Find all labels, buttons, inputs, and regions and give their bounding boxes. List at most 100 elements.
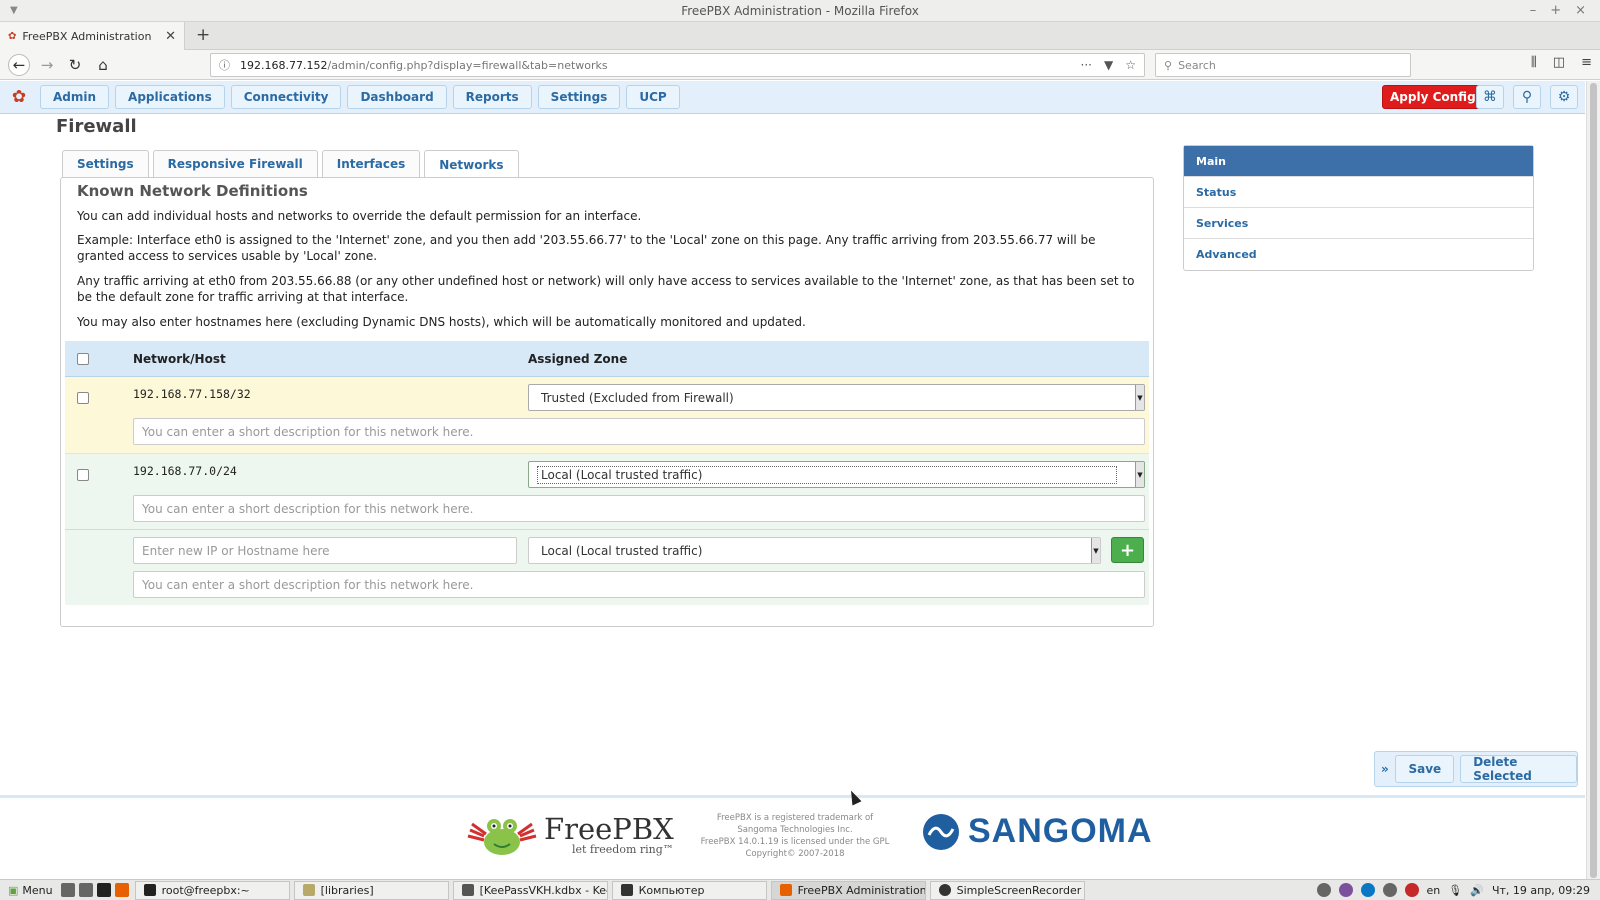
search-icon[interactable]: ⚲ xyxy=(1513,85,1541,109)
sidebar-toggle-icon[interactable]: ◫ xyxy=(1553,55,1565,70)
taskbar-item-label: SimpleScreenRecorder xyxy=(956,883,1082,897)
keyboard-layout[interactable]: en xyxy=(1427,884,1441,897)
delete-selected-button[interactable]: Delete Selected xyxy=(1460,755,1577,783)
menu-reports[interactable]: Reports xyxy=(452,85,532,109)
hp-icon[interactable] xyxy=(1360,883,1375,897)
page-scrollbar[interactable] xyxy=(1586,81,1600,879)
menu-ucp[interactable]: UCP xyxy=(626,85,680,109)
legal-line: Sangoma Technologies Inc. xyxy=(737,825,853,835)
close-tab-icon[interactable]: ✕ xyxy=(165,29,176,44)
side-nav-status[interactable]: Status xyxy=(1184,177,1533,208)
tab-settings[interactable]: Settings xyxy=(62,150,149,177)
new-description-field[interactable]: You can enter a short description for th… xyxy=(133,571,1145,598)
microphone-icon[interactable]: 🎙 xyxy=(1448,884,1462,897)
minimize-icon[interactable]: – xyxy=(1530,0,1537,22)
taskbar-item[interactable]: FreePBX Administration - ... xyxy=(770,880,926,900)
favicon-icon: ✿ xyxy=(8,30,17,42)
tab-networks[interactable]: Networks xyxy=(424,150,519,178)
show-desktop-icon[interactable] xyxy=(60,883,75,897)
site-info-icon[interactable]: ⓘ xyxy=(219,57,230,73)
networks-table-header: Network/Host Assigned Zone xyxy=(65,341,1149,377)
sangoma-icon xyxy=(923,813,959,850)
window-menu-icon[interactable]: ▼ xyxy=(10,0,18,22)
taskbar-item[interactable]: [KeePassVKH.kdbx - KeeP... xyxy=(452,880,608,900)
freepbx-footer-logo[interactable]: FreePBX let freedom ring™ xyxy=(466,812,674,858)
menu-connectivity[interactable]: Connectivity xyxy=(230,85,342,109)
page-actions-icon[interactable]: ··· xyxy=(1081,58,1092,72)
bookmark-star-icon[interactable]: ☆ xyxy=(1125,58,1136,72)
viber-icon[interactable] xyxy=(1338,883,1353,897)
hamburger-menu-icon[interactable]: ≡ xyxy=(1581,55,1592,70)
gear-icon[interactable]: ⚙ xyxy=(1550,85,1578,109)
files-icon[interactable] xyxy=(78,883,93,897)
menu-settings[interactable]: Settings xyxy=(537,85,621,109)
side-nav-services[interactable]: Services xyxy=(1184,208,1533,239)
save-button[interactable]: Save xyxy=(1395,755,1455,783)
new-zone-select[interactable]: Local (Local trusted traffic) ▼ xyxy=(528,537,1101,564)
zone-select-value: Trusted (Excluded from Firewall) xyxy=(541,390,734,405)
row-checkbox[interactable] xyxy=(77,392,89,404)
column-network-host: Network/Host xyxy=(133,352,226,366)
library-icon[interactable]: ⫼ xyxy=(1531,55,1537,70)
taskbar-item[interactable]: SimpleScreenRecorder xyxy=(929,880,1085,900)
taskbar-item[interactable]: root@freepbx:~ xyxy=(134,880,290,900)
side-nav-main[interactable]: Main xyxy=(1184,146,1533,177)
freepbx-logo-icon[interactable]: ✿ xyxy=(4,85,34,109)
browser-tab[interactable]: ✿ FreePBX Administration ✕ xyxy=(0,22,185,50)
url-bar[interactable]: ⓘ 192.168.77.152/admin/config.php?displa… xyxy=(210,53,1145,77)
dropbox-icon[interactable] xyxy=(1316,883,1331,897)
desktop-taskbar: ▣ Menu root@freepbx:~ [libraries] [KeePa… xyxy=(0,879,1600,900)
menu-dashboard[interactable]: Dashboard xyxy=(347,85,447,109)
taskbar-item[interactable]: [libraries] xyxy=(293,880,449,900)
menu-admin[interactable]: Admin xyxy=(40,85,110,109)
select-all-checkbox[interactable] xyxy=(77,353,89,365)
column-assigned-zone: Assigned Zone xyxy=(528,352,628,366)
language-icon[interactable]: ⌘ xyxy=(1476,85,1504,109)
new-ip-placeholder: Enter new IP or Hostname here xyxy=(142,543,330,558)
record-icon[interactable] xyxy=(1404,883,1419,897)
system-tray: en 🎙 🔊 Чт, 19 апр, 09:29 xyxy=(1316,883,1600,897)
forward-icon[interactable]: → xyxy=(36,54,58,76)
description-field[interactable]: You can enter a short description for th… xyxy=(133,418,1145,445)
zone-select[interactable]: Local (Local trusted traffic) ▼ xyxy=(528,461,1145,488)
frog-icon xyxy=(467,819,537,855)
screen-recorder-icon xyxy=(938,884,951,896)
taskbar-item[interactable]: Компьютер xyxy=(611,880,767,900)
shield-icon[interactable] xyxy=(1382,883,1397,897)
clock[interactable]: Чт, 19 апр, 09:29 xyxy=(1492,884,1590,897)
url-path: /admin/config.php?display=firewall&tab=n… xyxy=(327,58,608,72)
pocket-icon[interactable]: ▼ xyxy=(1104,58,1113,72)
keepass-icon xyxy=(461,884,474,896)
terminal-icon[interactable] xyxy=(96,883,111,897)
default-zone-paragraph: Any traffic arriving at eth0 from 203.55… xyxy=(77,274,1135,304)
page-footer: FreePBX let freedom ring™ FreePBX is a r… xyxy=(0,795,1585,879)
firefox-icon[interactable] xyxy=(114,883,129,897)
reload-icon[interactable]: ↻ xyxy=(64,54,86,76)
sangoma-logo[interactable]: SANGOMA xyxy=(922,812,1153,851)
search-input[interactable]: ⚲ Search xyxy=(1155,53,1411,77)
new-tab-icon[interactable]: + xyxy=(196,25,210,45)
volume-icon[interactable]: 🔊 xyxy=(1470,884,1484,897)
new-network-row: Enter new IP or Hostname here Local (Loc… xyxy=(65,529,1149,605)
expand-chevron-icon[interactable]: » xyxy=(1381,762,1389,776)
chevron-down-icon: ▼ xyxy=(1091,538,1100,563)
back-icon[interactable]: ← xyxy=(8,53,30,76)
add-network-button[interactable]: + xyxy=(1111,537,1144,563)
close-window-icon[interactable]: × xyxy=(1575,0,1586,22)
tab-interfaces[interactable]: Interfaces xyxy=(321,150,421,177)
mint-logo-icon: ▣ xyxy=(8,883,19,897)
search-icon: ⚲ xyxy=(1164,58,1173,72)
row-checkbox[interactable] xyxy=(77,469,89,481)
side-nav-advanced[interactable]: Advanced xyxy=(1184,239,1533,270)
home-icon[interactable]: ⌂ xyxy=(92,54,114,76)
apply-config-button[interactable]: Apply Config xyxy=(1382,85,1484,109)
new-ip-input[interactable]: Enter new IP or Hostname here xyxy=(133,537,517,564)
description-field[interactable]: You can enter a short description for th… xyxy=(133,495,1145,522)
menu-applications[interactable]: Applications xyxy=(115,85,225,109)
taskbar-item-label: FreePBX Administration - ... xyxy=(797,883,926,897)
maximize-icon[interactable]: + xyxy=(1550,0,1561,22)
window-title: FreePBX Administration - Mozilla Firefox xyxy=(681,4,919,18)
zone-select[interactable]: Trusted (Excluded from Firewall) ▼ xyxy=(528,384,1145,411)
start-menu-button[interactable]: ▣ Menu xyxy=(0,884,61,897)
tab-responsive-firewall[interactable]: Responsive Firewall xyxy=(152,150,318,177)
